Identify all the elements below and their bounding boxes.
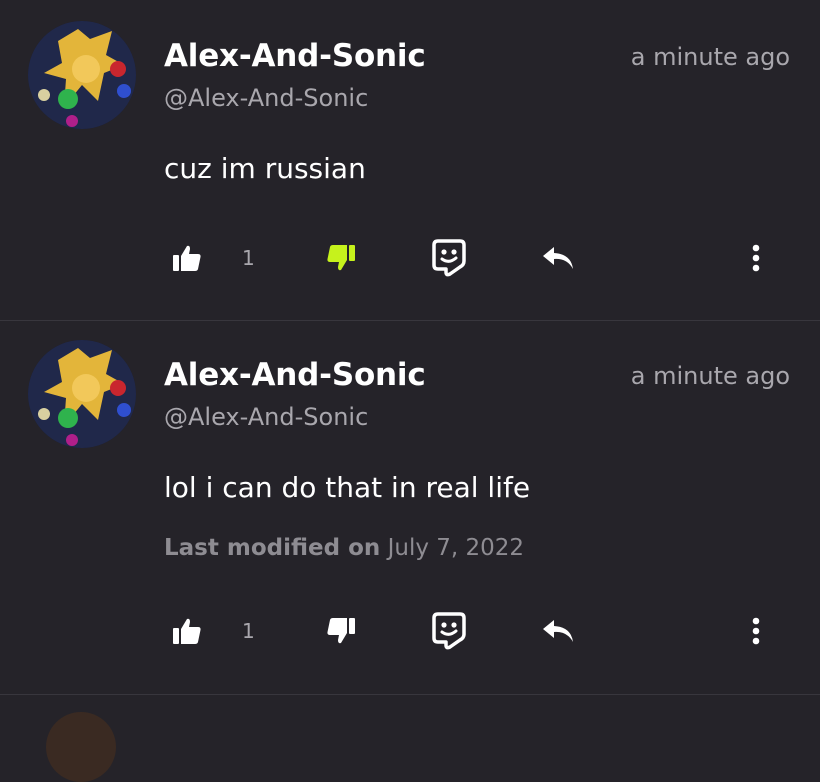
like-count: 1 [242, 246, 255, 270]
sticker-button[interactable] [428, 609, 470, 653]
more-options-button[interactable] [744, 609, 768, 653]
like-button[interactable] [168, 236, 206, 280]
more-options-button[interactable] [744, 236, 768, 280]
like-count: 1 [242, 619, 255, 643]
thumbs-down-icon [327, 245, 355, 271]
comment-item: Alex-And-Sonic @Alex-And-Sonic a minute … [0, 0, 820, 321]
author-name[interactable]: Alex-And-Sonic [164, 357, 426, 393]
reply-icon [543, 247, 573, 269]
avatar[interactable] [46, 712, 116, 782]
reply-button[interactable] [538, 609, 578, 653]
avatar[interactable] [28, 340, 136, 448]
comment-item: Alex-And-Sonic @Alex-And-Sonic a minute … [0, 321, 820, 695]
timestamp: a minute ago [630, 362, 790, 390]
last-modified-date: July 7, 2022 [387, 535, 525, 561]
avatar-image [28, 340, 136, 448]
avatar[interactable] [28, 21, 136, 129]
thumbs-up-icon [173, 245, 201, 271]
sticker-icon [432, 239, 466, 277]
reply-icon [543, 620, 573, 642]
like-button[interactable] [168, 609, 206, 653]
more-vertical-icon [752, 617, 760, 645]
thumbs-up-icon [173, 618, 201, 644]
thumbs-down-icon [327, 618, 355, 644]
last-modified: Last modified on July 7, 2022 [164, 535, 524, 561]
comment-text: cuz im russian [164, 152, 366, 185]
avatar-image [28, 21, 136, 129]
sticker-icon [432, 612, 466, 650]
last-modified-label: Last modified on [164, 535, 381, 561]
dislike-button[interactable] [322, 609, 360, 653]
author-handle[interactable]: @Alex-And-Sonic [164, 84, 368, 112]
author-name[interactable]: Alex-And-Sonic [164, 38, 426, 74]
dislike-button[interactable] [322, 236, 360, 280]
comment-actions: 1 [0, 236, 820, 280]
reply-button[interactable] [538, 236, 578, 280]
comment-text: lol i can do that in real life [164, 471, 531, 504]
sticker-button[interactable] [428, 236, 470, 280]
author-handle[interactable]: @Alex-And-Sonic [164, 403, 368, 431]
comment-actions: 1 [0, 609, 820, 653]
more-vertical-icon [752, 244, 760, 272]
timestamp: a minute ago [630, 43, 790, 71]
